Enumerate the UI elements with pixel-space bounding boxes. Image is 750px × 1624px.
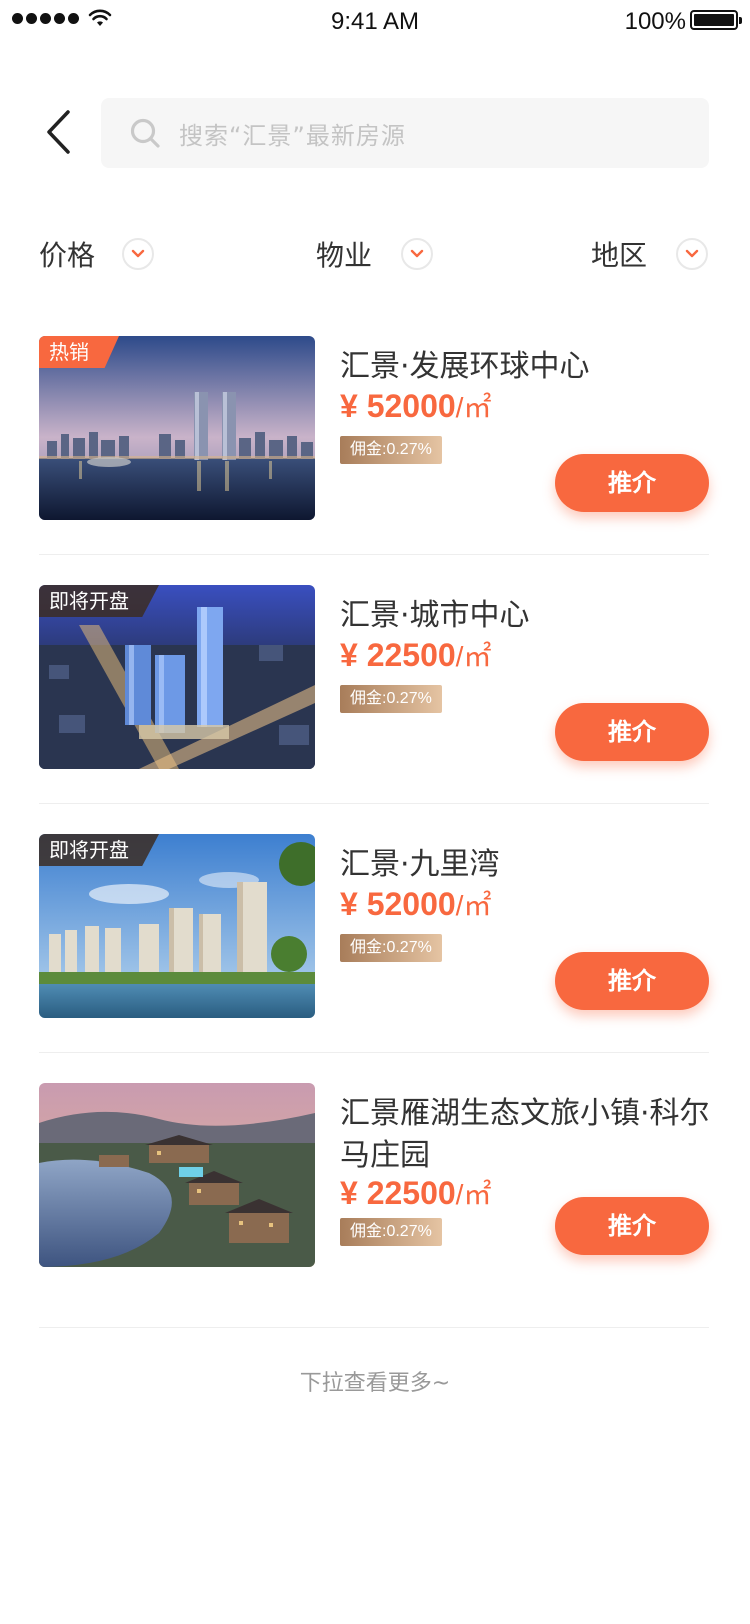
- listing-card[interactable]: 即将开盘 汇景·城市中心 ¥ 22500/㎡ 佣金:0.27% 推介: [39, 585, 709, 771]
- filter-price[interactable]: 价格: [39, 234, 154, 274]
- price-unit: /㎡: [455, 641, 492, 672]
- filter-region[interactable]: 地区: [591, 234, 708, 274]
- search-icon: [130, 118, 160, 148]
- status-bar: 9:41 AM 100%: [0, 0, 750, 44]
- listing-title[interactable]: 汇景·发展环球中心: [340, 346, 712, 388]
- divider: [39, 803, 709, 804]
- listing-price: ¥ 52000/㎡: [340, 386, 491, 426]
- listing-image: 即将开盘: [39, 585, 315, 769]
- chevron-left-icon: [47, 110, 70, 154]
- listing-price: ¥ 52000/㎡: [340, 884, 491, 924]
- search-bar[interactable]: 搜索“汇景”最新房源: [101, 98, 709, 168]
- recommend-button[interactable]: 推介: [555, 454, 709, 512]
- price-unit: /㎡: [455, 890, 492, 921]
- listing-price: ¥ 22500/㎡: [340, 1173, 491, 1213]
- listing-tag: 即将开盘: [39, 834, 159, 866]
- filter-region-label: 地区: [591, 239, 648, 272]
- price-unit: /㎡: [455, 1179, 492, 1210]
- filter-property-label: 物业: [316, 239, 373, 272]
- filter-property[interactable]: 物业: [316, 234, 433, 274]
- recommend-button[interactable]: 推介: [555, 703, 709, 761]
- listing-card[interactable]: 汇景雁湖生态文旅小镇·科尔马庄园 ¥ 22500/㎡ 佣金:0.27% 推介: [39, 1083, 712, 1269]
- recommend-button[interactable]: 推介: [555, 1197, 709, 1255]
- battery-percent: 100%: [624, 8, 686, 35]
- chevron-down-icon: [676, 238, 708, 270]
- load-more-hint: 下拉查看更多~: [299, 1371, 451, 1396]
- listing-title[interactable]: 汇景·九里湾: [340, 844, 712, 886]
- listing-tag: 即将开盘: [39, 585, 159, 617]
- price-value: ¥ 52000: [340, 388, 456, 424]
- listing-card[interactable]: 即将开盘 汇景·九里湾 ¥ 52000/㎡ 佣金:0.27% 推介: [39, 834, 709, 1020]
- chevron-down-icon: [401, 238, 433, 270]
- listing-card[interactable]: 热销 汇景·发展环球中心 ¥ 52000/㎡ 佣金:0.27% 推介: [39, 336, 709, 522]
- price-value: ¥ 22500: [340, 1175, 456, 1211]
- back-button[interactable]: [38, 104, 78, 160]
- recommend-button[interactable]: 推介: [555, 952, 709, 1010]
- listing-image: 热销: [39, 336, 315, 520]
- chevron-down-icon: [122, 238, 154, 270]
- listing-title[interactable]: 汇景雁湖生态文旅小镇·科尔马庄园: [340, 1093, 712, 1177]
- price-unit: /㎡: [455, 392, 492, 423]
- divider: [39, 1052, 709, 1053]
- divider: [39, 1327, 709, 1328]
- listing-price: ¥ 22500/㎡: [340, 635, 491, 675]
- commission-badge: 佣金:0.27%: [340, 934, 442, 962]
- price-value: ¥ 22500: [340, 637, 456, 673]
- listing-image: 即将开盘: [39, 834, 315, 1018]
- commission-badge: 佣金:0.27%: [340, 436, 442, 464]
- filter-price-label: 价格: [39, 239, 96, 272]
- price-value: ¥ 52000: [340, 886, 456, 922]
- commission-badge: 佣金:0.27%: [340, 685, 442, 713]
- listing-title[interactable]: 汇景·城市中心: [340, 595, 712, 637]
- divider: [39, 554, 709, 555]
- listing-image: [39, 1083, 315, 1267]
- commission-badge: 佣金:0.27%: [340, 1218, 442, 1246]
- search-placeholder: 搜索“汇景”最新房源: [179, 121, 406, 150]
- battery-icon: [690, 10, 742, 30]
